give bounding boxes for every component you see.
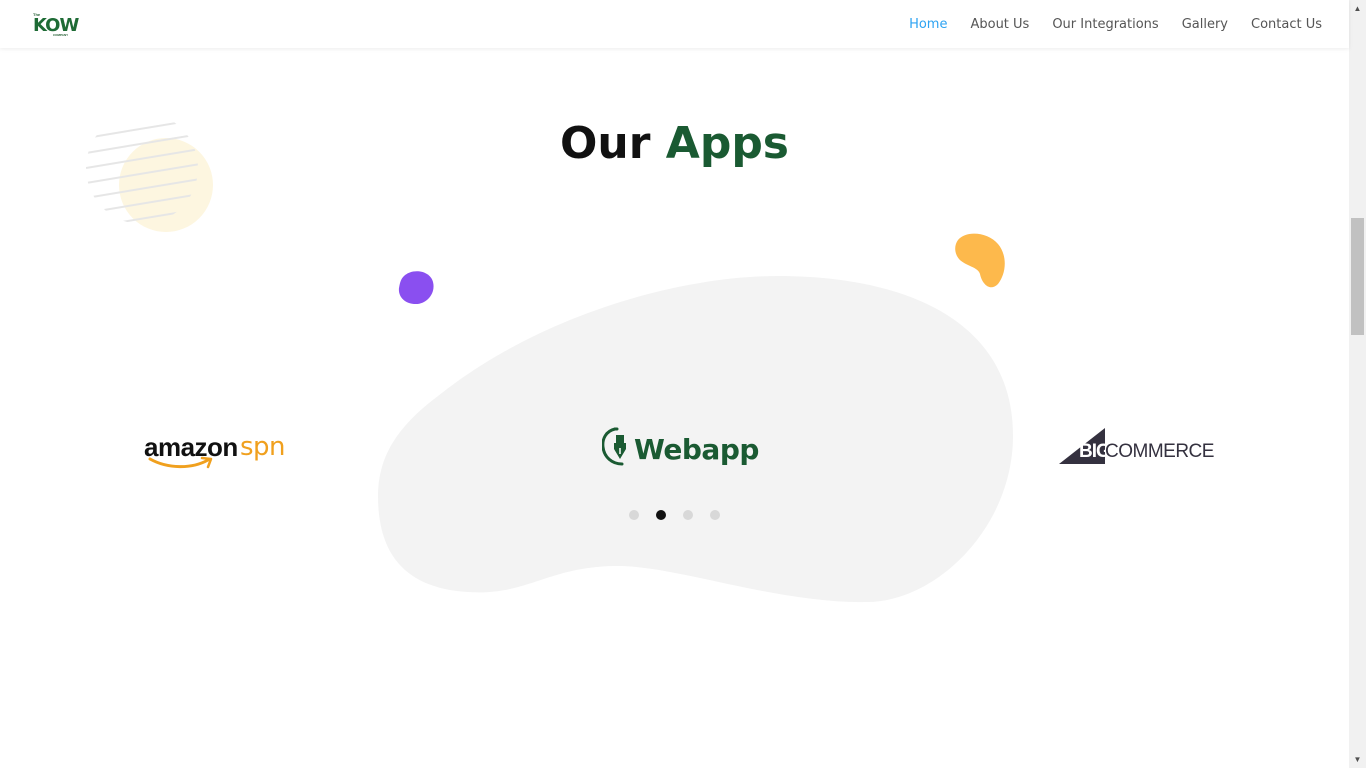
scroll-up-arrow-icon[interactable]: ▲ bbox=[1349, 0, 1366, 17]
logo-sub-text: COMPANY bbox=[53, 33, 69, 37]
amazon-spn-logo: amazon spn bbox=[144, 432, 296, 472]
page-scrollbar[interactable]: ▲ ▼ bbox=[1349, 0, 1366, 768]
spn-word: spn bbox=[240, 432, 286, 462]
slide-webapp[interactable]: Webapp bbox=[602, 424, 759, 468]
bigcommerce-commerce-word: COMMERCE bbox=[1105, 441, 1214, 462]
carousel-dot-2[interactable] bbox=[656, 510, 666, 520]
amazon-smile-icon bbox=[148, 456, 213, 469]
section-title: Our Apps bbox=[0, 118, 1349, 169]
nav-home[interactable]: Home bbox=[909, 17, 947, 32]
nav-contact-us[interactable]: Contact Us bbox=[1251, 17, 1322, 32]
scroll-down-arrow-icon[interactable]: ▼ bbox=[1349, 751, 1366, 768]
site-header: The KOW COMPANY Home About Us Our Integr… bbox=[0, 0, 1349, 48]
orange-blob-decoration bbox=[955, 233, 1005, 288]
nav-gallery[interactable]: Gallery bbox=[1182, 17, 1228, 32]
kow-logo[interactable]: The KOW COMPANY bbox=[33, 12, 81, 38]
carousel-dot-1[interactable] bbox=[629, 510, 639, 520]
section-title-accent: Apps bbox=[665, 118, 789, 169]
scroll-thumb[interactable] bbox=[1351, 218, 1364, 335]
webapp-logo-text: Webapp bbox=[634, 432, 759, 466]
carousel-dot-4[interactable] bbox=[710, 510, 720, 520]
carousel-pagination bbox=[629, 510, 720, 520]
main-nav: Home About Us Our Integrations Gallery C… bbox=[909, 0, 1322, 48]
carousel-dot-3[interactable] bbox=[683, 510, 693, 520]
pen-nib-icon bbox=[602, 427, 626, 466]
purple-blob-decoration bbox=[398, 271, 434, 304]
nav-our-integrations[interactable]: Our Integrations bbox=[1052, 17, 1158, 32]
section-title-plain: Our bbox=[560, 118, 651, 169]
slide-amazon-spn[interactable]: amazon spn bbox=[144, 432, 296, 472]
nav-about-us[interactable]: About Us bbox=[970, 17, 1029, 32]
